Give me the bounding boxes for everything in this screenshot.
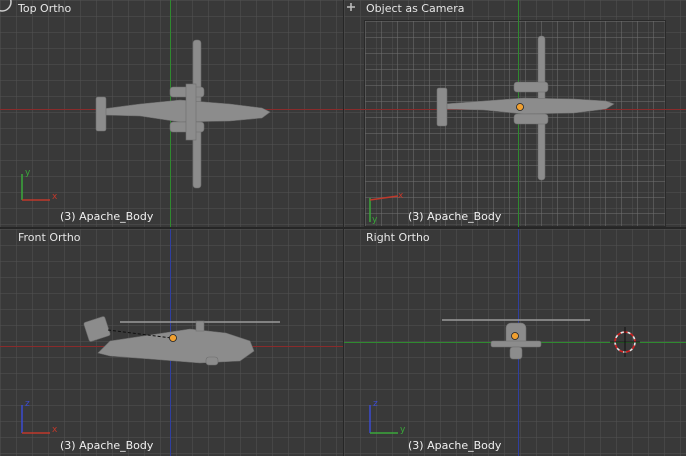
object-label: (3) Apache_Body (60, 210, 154, 223)
3d-cursor-icon[interactable] (610, 327, 640, 357)
viewport-title: Front Ortho (18, 231, 81, 244)
viewport-title: Top Ortho (18, 2, 72, 15)
axis-z-label: z (25, 399, 30, 409)
object-label: (3) Apache_Body (408, 439, 502, 452)
viewport-title: Right Ortho (366, 231, 430, 244)
axis-gizmo: z x (21, 399, 58, 435)
axis-y-label: y (400, 425, 406, 435)
axis-x-label: x (52, 425, 58, 435)
axis-gizmo: z y (369, 399, 406, 435)
object-label: (3) Apache_Body (408, 210, 502, 223)
corner-plus-icon[interactable] (344, 0, 358, 14)
viewport-top-ortho[interactable]: Top Ortho y x (3) Apache_Body (0, 0, 343, 227)
viewport-title: Object as Camera (366, 2, 465, 15)
axis-y-label: y (25, 168, 31, 178)
origin-dot (511, 332, 519, 340)
axis-z-label: z (373, 399, 378, 409)
origin-dot (516, 103, 524, 111)
origin-dot (169, 334, 177, 342)
axis-x-label: x (398, 191, 404, 201)
axis-y-label: y (372, 215, 378, 225)
viewport-right-ortho[interactable]: Right Ortho z y (3) Apache_Body (344, 229, 686, 456)
object-label: (3) Apache_Body (60, 439, 154, 452)
axis-x-label: x (52, 192, 58, 202)
viewport-divider-horizontal[interactable] (0, 227, 686, 229)
corner-plus-icon[interactable] (0, 0, 14, 14)
axis-gizmo: y x (21, 168, 58, 202)
viewport-object-as-camera[interactable]: Object as Camera y x (3) Apache_Body (344, 0, 686, 227)
viewport-front-ortho[interactable]: Front Ortho z x (3) Apache_Body (0, 229, 343, 456)
